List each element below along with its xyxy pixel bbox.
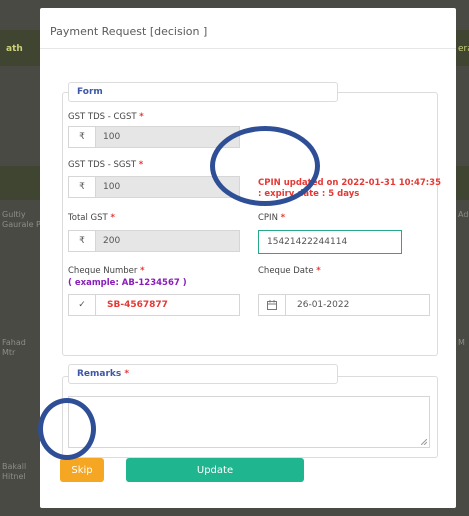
total-gst-value: 200 (103, 236, 121, 246)
background-text: Ad (458, 210, 469, 219)
background-text: M (458, 338, 465, 347)
background-text: ath (6, 44, 23, 54)
background-text: erat (458, 44, 469, 54)
remarks-textarea[interactable] (68, 396, 430, 448)
background-text: Gaurale Pi (2, 220, 43, 229)
cpin-label: CPIN * (258, 213, 286, 223)
cheque-date-input[interactable]: 26-01-2022 (258, 294, 430, 316)
skip-button[interactable]: Skip (60, 458, 104, 482)
sgst-label: GST TDS - SGST * (68, 160, 144, 170)
cpin-input[interactable]: 15421422244114 (258, 230, 402, 254)
modal-title: Payment Request [decision ] (50, 25, 208, 38)
cheque-number-hint: ( example: AB-1234567 ) (68, 278, 187, 288)
rupee-icon: ₹ (69, 177, 96, 197)
resize-handle-icon[interactable] (421, 439, 427, 445)
modal-header: Payment Request [decision ] (40, 8, 456, 49)
form-legend: Form (68, 82, 338, 102)
rupee-icon: ₹ (69, 231, 96, 251)
calendar-icon (259, 295, 286, 315)
payment-request-modal: Payment Request [decision ] Form GST TDS… (40, 8, 456, 508)
cheque-number-value: SB-4567877 (107, 300, 168, 310)
sgst-value: 100 (103, 182, 121, 192)
background-text: Mtr (2, 348, 16, 357)
check-icon: ✓ (69, 295, 96, 315)
cgst-field[interactable]: ₹ 100 (68, 126, 240, 148)
background-text: Hitnel (2, 472, 26, 481)
background-text: Bakall (2, 462, 27, 471)
annotation-circle (38, 398, 96, 460)
cheque-number-input[interactable]: ✓ SB-4567877 (68, 294, 240, 316)
cgst-label: GST TDS - CGST * (68, 112, 144, 122)
total-gst-label: Total GST * (68, 213, 115, 223)
update-button[interactable]: Update (126, 458, 304, 482)
background-text: Gultiy (2, 210, 26, 219)
total-gst-field[interactable]: ₹ 200 (68, 230, 240, 252)
cpin-value: 15421422244114 (267, 237, 348, 247)
background-text: Fahad (2, 338, 26, 347)
rupee-icon: ₹ (69, 127, 96, 147)
annotation-circle (210, 126, 320, 206)
cheque-date-value: 26-01-2022 (297, 300, 350, 310)
remarks-legend: Remarks * (68, 364, 338, 384)
cheque-number-label: Cheque Number * (68, 266, 145, 276)
cheque-date-label: Cheque Date * (258, 266, 321, 276)
cgst-value: 100 (103, 132, 121, 142)
